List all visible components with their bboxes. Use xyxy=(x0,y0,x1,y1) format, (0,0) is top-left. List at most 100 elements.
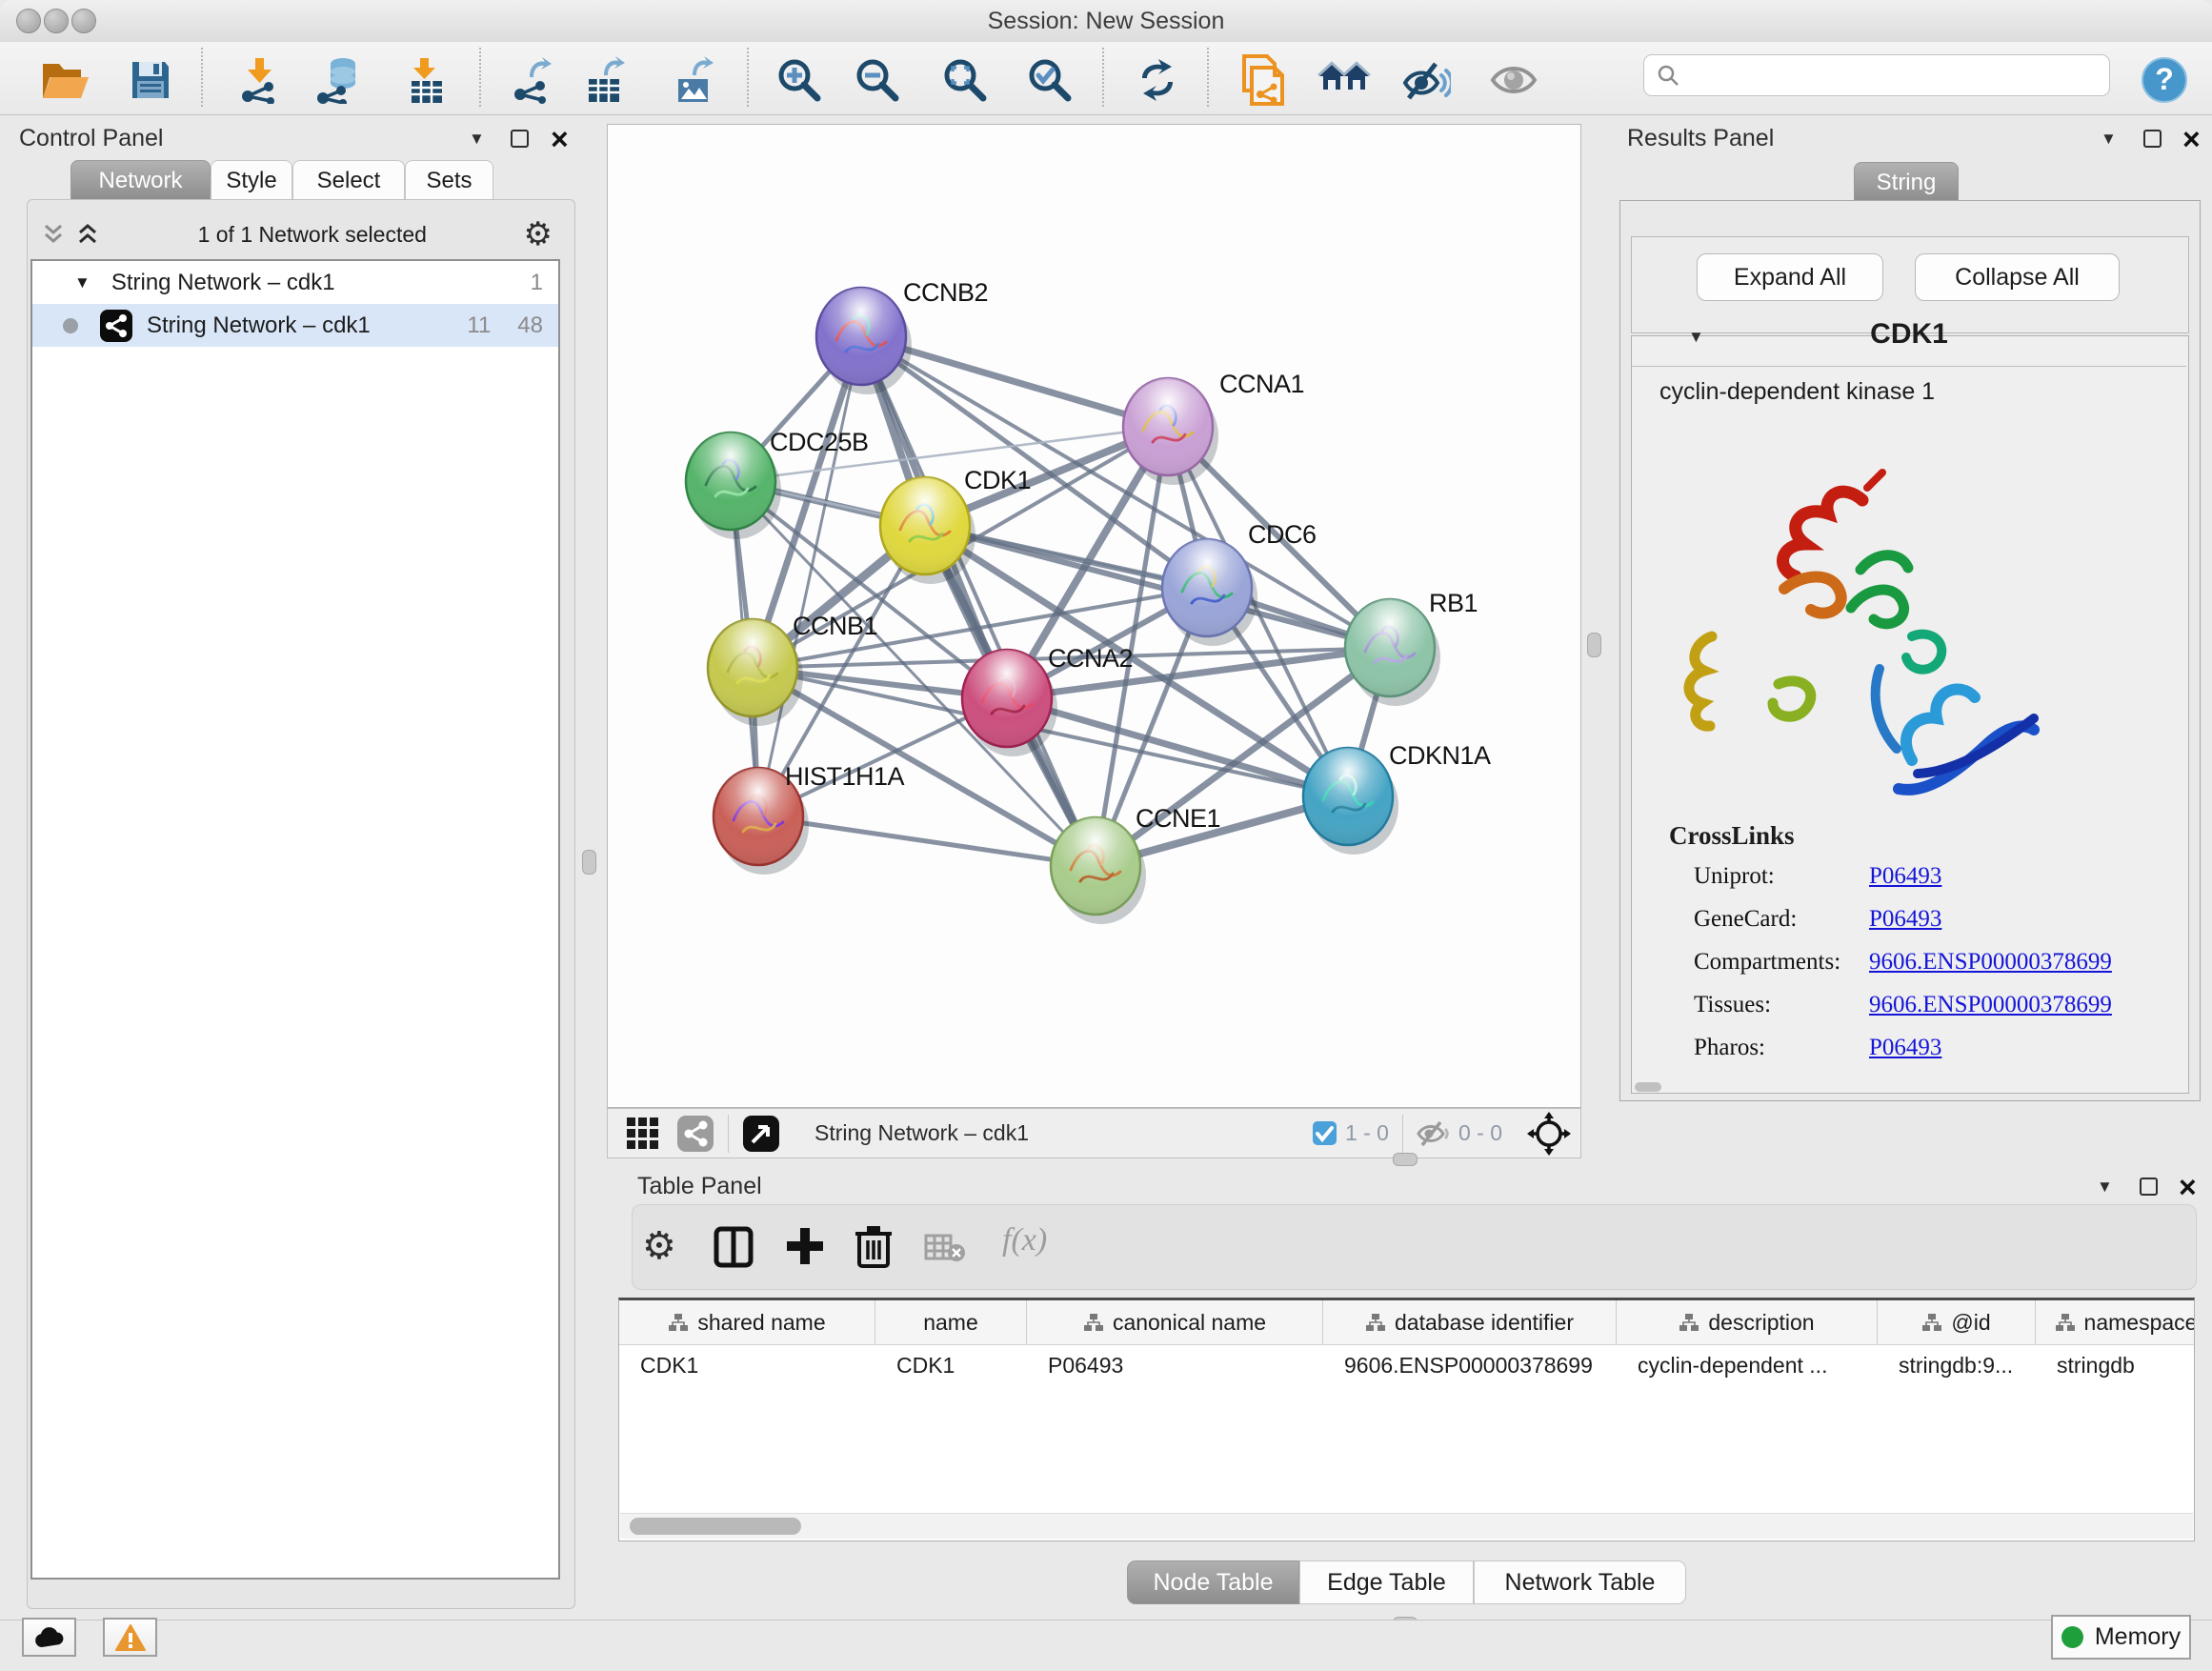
node-CCNB2[interactable]: CCNB2 xyxy=(816,278,988,394)
table-cell[interactable]: cyclin-dependent ... xyxy=(1617,1353,1878,1379)
node-CDK1[interactable]: CDK1 xyxy=(880,466,1031,584)
table-panel-close-icon[interactable]: × xyxy=(2179,1178,2197,1197)
tab-network-table[interactable]: Network Table xyxy=(1474,1560,1686,1604)
right-splitter-handle[interactable] xyxy=(1587,633,1601,657)
export-network-icon[interactable] xyxy=(501,53,562,107)
tab-style[interactable]: Style xyxy=(211,160,292,200)
column-header-shared-name[interactable]: shared name xyxy=(619,1300,875,1344)
left-splitter-handle[interactable] xyxy=(582,850,596,875)
scrollbar-thumb[interactable] xyxy=(630,1518,801,1535)
open-session-icon[interactable] xyxy=(34,53,95,107)
edge-HIST1H1A-CCNE1[interactable] xyxy=(758,816,1096,866)
results-scrollbar-thumb[interactable] xyxy=(1635,1082,1661,1092)
crosslink-genecard-link[interactable]: P06493 xyxy=(1869,906,1941,933)
import-network-from-database-icon[interactable] xyxy=(308,53,369,107)
import-table-from-file-icon[interactable] xyxy=(395,53,456,107)
expand-all-button[interactable]: Expand All xyxy=(1697,253,1883,301)
tab-select[interactable]: Select xyxy=(292,160,405,200)
tree-expand-icon[interactable]: ▼ xyxy=(74,273,90,292)
column-header--id[interactable]: @id xyxy=(1878,1300,2036,1344)
export-table-icon[interactable] xyxy=(575,53,636,107)
selected-checkbox-icon[interactable] xyxy=(1312,1120,1337,1146)
search-input[interactable] xyxy=(1680,62,2084,89)
birds-eye-view-icon[interactable] xyxy=(625,1116,661,1152)
node-CCNA2[interactable]: CCNA2 xyxy=(962,644,1133,756)
network-view-canvas[interactable]: CCNB2 CCNA1 CDC25BCDK1 CDC6RB1 CCNB1 CCNA2 CDK… xyxy=(607,124,1581,1108)
show-columns-icon[interactable] xyxy=(714,1226,754,1268)
zoom-in-icon[interactable] xyxy=(769,53,830,107)
edge-CCNB2-HIST1H1A[interactable] xyxy=(758,336,861,816)
results-panel-close-icon[interactable]: × xyxy=(2182,130,2201,149)
column-header-description[interactable]: description xyxy=(1617,1300,1878,1344)
refresh-icon[interactable] xyxy=(1127,53,1188,107)
crosslink-compartments-link[interactable]: 9606.ENSP00000378699 xyxy=(1869,949,2112,976)
show-all-icon[interactable] xyxy=(1483,53,1544,107)
node-CDKN1A[interactable]: CDKN1A xyxy=(1303,741,1491,855)
center-view-crosshair-icon[interactable] xyxy=(1527,1112,1571,1156)
network-options-gear-icon[interactable]: ⚙ xyxy=(524,215,553,253)
search-box[interactable] xyxy=(1643,54,2110,96)
export-image-icon[interactable] xyxy=(664,53,725,107)
table-cell[interactable]: stringdb xyxy=(2036,1353,2195,1379)
table-panel-menu-icon[interactable]: ▼ xyxy=(2097,1178,2113,1197)
edge-CDK1-RB1[interactable] xyxy=(925,526,1390,648)
crosslink-tissues-link[interactable]: 9606.ENSP00000378699 xyxy=(1869,992,2112,1018)
crosslink-pharos-link[interactable]: P06493 xyxy=(1869,1035,1941,1061)
table-horizontal-scrollbar[interactable] xyxy=(620,1513,2193,1539)
delete-table-icon[interactable] xyxy=(924,1232,966,1262)
network-tree-root-row[interactable]: ▼ String Network – cdk1 1 xyxy=(32,261,558,304)
node-CCNE1[interactable]: CCNE1 xyxy=(1051,804,1220,924)
collapse-all-icon[interactable] xyxy=(40,223,67,246)
node-HIST1H1A[interactable]: HIST1H1A xyxy=(714,762,905,875)
table-settings-gear-icon[interactable]: ⚙ xyxy=(642,1224,676,1268)
delete-column-trash-icon[interactable] xyxy=(854,1222,894,1270)
tab-network[interactable]: Network xyxy=(70,160,211,200)
node-CCNA1[interactable]: CCNA1 xyxy=(1123,370,1304,485)
table-panel-float-icon[interactable] xyxy=(2140,1178,2158,1196)
table-cell[interactable]: CDK1 xyxy=(619,1353,875,1379)
crosslink-uniprot-link[interactable]: P06493 xyxy=(1869,863,1941,890)
node-RB1[interactable]: RB1 xyxy=(1345,589,1478,706)
control-panel-close-icon[interactable]: × xyxy=(551,130,569,149)
column-header-canonical-name[interactable]: canonical name xyxy=(1027,1300,1323,1344)
collapse-all-button[interactable]: Collapse All xyxy=(1915,253,2120,301)
node-CDC25B[interactable]: CDC25B xyxy=(686,428,869,539)
network-tree-child-row[interactable]: String Network – cdk1 11 48 xyxy=(32,304,558,347)
function-builder-icon[interactable]: f(x) xyxy=(1002,1222,1047,1258)
tab-string[interactable]: String xyxy=(1854,162,1959,202)
hidden-eye-icon[interactable] xyxy=(1417,1120,1451,1147)
node-CCNB1[interactable]: CCNB1 xyxy=(708,612,877,726)
add-column-icon[interactable] xyxy=(783,1224,827,1268)
column-header-name[interactable]: name xyxy=(875,1300,1027,1344)
column-header-database-identifier[interactable]: database identifier xyxy=(1323,1300,1617,1344)
results-panel-float-icon[interactable] xyxy=(2143,130,2162,148)
column-header-namespace[interactable]: namespace xyxy=(2036,1300,2195,1344)
tab-sets[interactable]: Sets xyxy=(405,160,493,200)
zoom-out-icon[interactable] xyxy=(847,53,908,107)
help-icon[interactable]: ? xyxy=(2134,53,2195,107)
save-session-icon[interactable] xyxy=(120,53,181,107)
new-network-from-selection-icon[interactable] xyxy=(1233,53,1294,107)
expand-all-icon[interactable] xyxy=(74,223,101,246)
zoom-selected-icon[interactable] xyxy=(1019,53,1080,107)
network-overview-share-icon[interactable] xyxy=(676,1115,714,1153)
warning-status-button[interactable] xyxy=(103,1618,157,1657)
control-panel-menu-icon[interactable]: ▼ xyxy=(469,130,485,149)
open-in-window-icon[interactable] xyxy=(742,1115,780,1153)
cloud-status-button[interactable] xyxy=(22,1618,76,1657)
hide-selected-icon[interactable] xyxy=(1396,53,1457,107)
table-cell[interactable]: CDK1 xyxy=(875,1353,1027,1379)
import-network-from-file-icon[interactable] xyxy=(229,53,290,107)
tab-node-table[interactable]: Node Table xyxy=(1127,1560,1299,1604)
table-row[interactable]: CDK1CDK1P064939606.ENSP00000378699cyclin… xyxy=(619,1345,2194,1385)
table-cell[interactable]: P06493 xyxy=(1027,1353,1323,1379)
results-panel-menu-icon[interactable]: ▼ xyxy=(2101,130,2117,149)
node-CDC6[interactable]: CDC6 xyxy=(1162,520,1317,646)
network-graph[interactable]: CCNB2 CCNA1 CDC25BCDK1 CDC6RB1 CCNB1 CCNA2 CDK… xyxy=(608,125,1580,1107)
fit-content-icon[interactable] xyxy=(935,53,995,107)
tab-edge-table[interactable]: Edge Table xyxy=(1299,1560,1474,1604)
table-cell[interactable]: stringdb:9... xyxy=(1878,1353,2036,1379)
first-neighbors-icon[interactable] xyxy=(1314,53,1375,107)
bottom-splitter-handle[interactable] xyxy=(1393,1153,1418,1166)
table-cell[interactable]: 9606.ENSP00000378699 xyxy=(1323,1353,1617,1379)
